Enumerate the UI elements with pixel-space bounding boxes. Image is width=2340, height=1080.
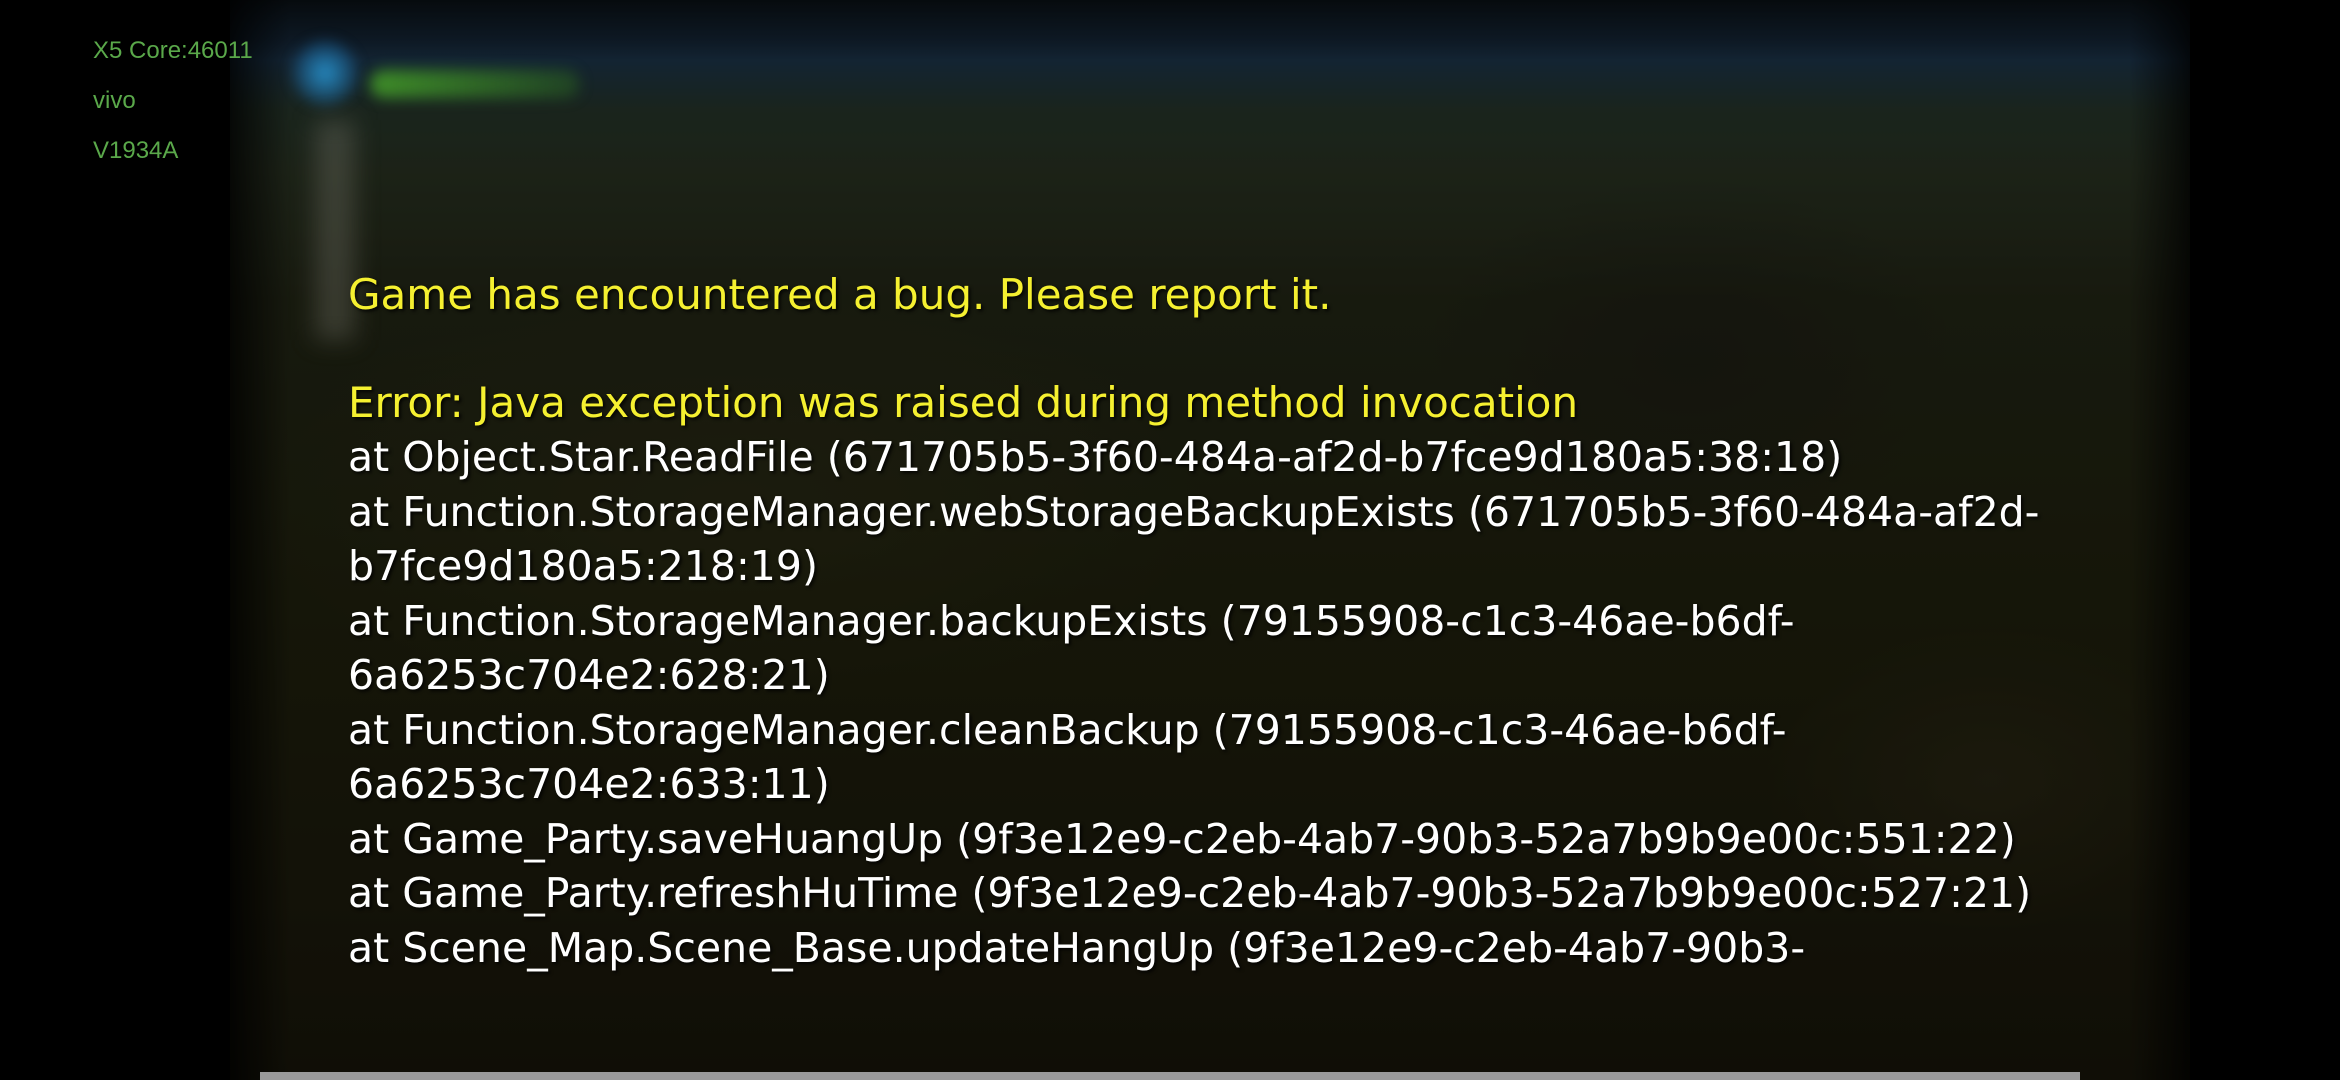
stack-trace-line: at Function.StorageManager.cleanBackup (… — [348, 705, 1787, 809]
horizontal-scrollbar[interactable] — [260, 1072, 2080, 1080]
stack-trace-line: at Function.StorageManager.backupExists … — [348, 596, 1795, 700]
stack-trace-line: at Function.StorageManager.webStorageBac… — [348, 487, 2040, 591]
bug-report-title: Game has encountered a bug. Please repor… — [348, 270, 1332, 319]
stack-trace: at Object.Star.ReadFile (671705b5-3f60-4… — [348, 430, 2108, 975]
device-brand-label: vivo — [93, 87, 136, 114]
stack-trace-line: at Game_Party.refreshHuTime (9f3e12e9-c2… — [348, 869, 2032, 917]
device-model-label: V1934A — [93, 137, 179, 164]
blurred-hud-orb — [290, 38, 360, 108]
scrollbar-thumb[interactable] — [260, 1072, 2080, 1080]
stack-trace-line: at Scene_Map.Scene_Base.updateHangUp (9f… — [348, 923, 1806, 972]
stack-trace-line: at Object.Star.ReadFile (671705b5-3f60-4… — [348, 433, 1843, 481]
error-message: Error: Java exception was raised during … — [348, 378, 1579, 427]
game-screen: X5 Core:46011 vivo V1934A Game has encou… — [0, 0, 2340, 1080]
core-version-label: X5 Core:46011 — [93, 37, 253, 64]
error-report-panel: Game has encountered a bug. Please repor… — [348, 268, 2108, 975]
device-info-overlay: X5 Core:46011 vivo V1934A — [93, 26, 253, 176]
blurred-hud-bar — [370, 70, 580, 98]
stack-trace-line: at Game_Party.saveHuangUp (9f3e12e9-c2eb… — [348, 814, 2016, 863]
